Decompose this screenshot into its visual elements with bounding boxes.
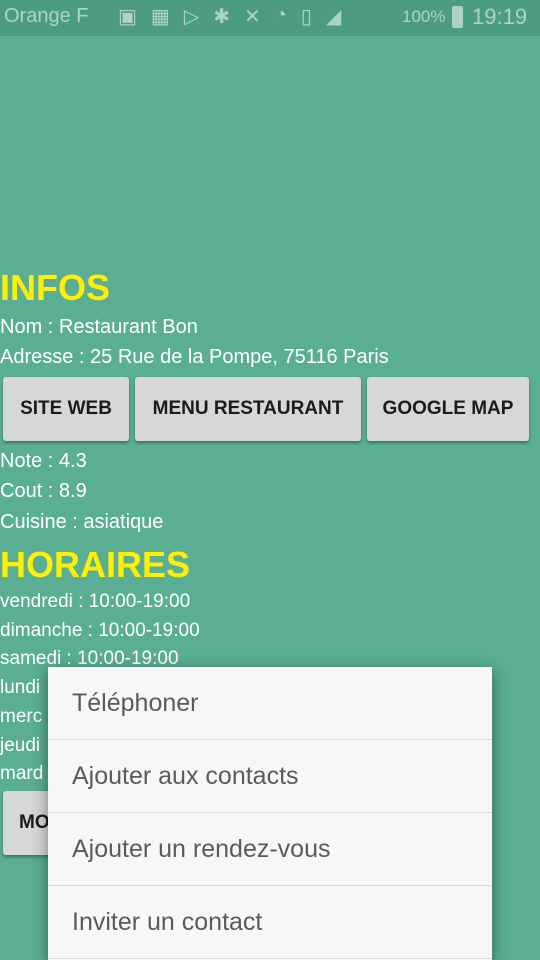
cost: Cout : 8.9 bbox=[0, 480, 87, 502]
site-web-button[interactable]: SITE WEB bbox=[3, 377, 129, 441]
status-icons: ▣ ▦ ▷ ✱ ✕ ◔ ▯ ◢ bbox=[118, 4, 341, 29]
carrier-name: Orange F bbox=[4, 5, 89, 27]
horaires-title: HORAIRES bbox=[0, 544, 191, 585]
hours-line: lundi bbox=[0, 677, 41, 698]
clock: 19:19 bbox=[472, 4, 528, 29]
play-icon: ▷ bbox=[183, 6, 200, 28]
calendar-icon: ▦ bbox=[150, 6, 170, 28]
restaurant-address: Adresse : 25 Rue de la Pompe, 75116 Pari… bbox=[0, 346, 389, 368]
restaurant-name: Nom : Restaurant Bon bbox=[0, 316, 198, 338]
alarm-icon: ◔ bbox=[274, 4, 287, 26]
menu-item-telephoner[interactable]: Téléphoner bbox=[48, 667, 492, 740]
hours-line: jeudi bbox=[0, 735, 41, 756]
signal-icon: ◢ bbox=[325, 6, 342, 28]
hours-line: dimanche : 10:00-19:00 bbox=[0, 620, 200, 641]
bluetooth-icon: ✱ bbox=[213, 6, 230, 28]
google-map-button[interactable]: GOOGLE MAP bbox=[367, 377, 529, 441]
image-icon: ▣ bbox=[118, 6, 137, 28]
menu-item-ajouter-rendez-vous[interactable]: Ajouter un rendez-vous bbox=[48, 813, 492, 886]
menu-item-ajouter-contacts[interactable]: Ajouter aux contacts bbox=[48, 740, 492, 813]
menu-restaurant-button[interactable]: MENU RESTAURANT bbox=[135, 377, 361, 441]
status-bar: Orange F ▣ ▦ ▷ ✱ ✕ ◔ ▯ ◢ 100% 19:19 bbox=[0, 0, 540, 36]
context-menu: Téléphoner Ajouter aux contacts Ajouter … bbox=[48, 667, 492, 960]
battery-percent: 100% bbox=[402, 7, 446, 26]
hours-line: merc bbox=[0, 706, 43, 727]
cuisine: Cuisine : asiatique bbox=[0, 511, 164, 533]
hours-line: mard bbox=[0, 763, 44, 784]
rating: Note : 4.3 bbox=[0, 450, 87, 472]
menu-item-inviter-contact[interactable]: Inviter un contact bbox=[48, 886, 492, 959]
mute-icon: ✕ bbox=[243, 6, 261, 28]
infos-title: INFOS bbox=[0, 267, 111, 308]
battery-icon bbox=[452, 6, 463, 28]
vibrate-icon: ▯ bbox=[300, 6, 312, 28]
hours-line: vendredi : 10:00-19:00 bbox=[0, 591, 191, 612]
